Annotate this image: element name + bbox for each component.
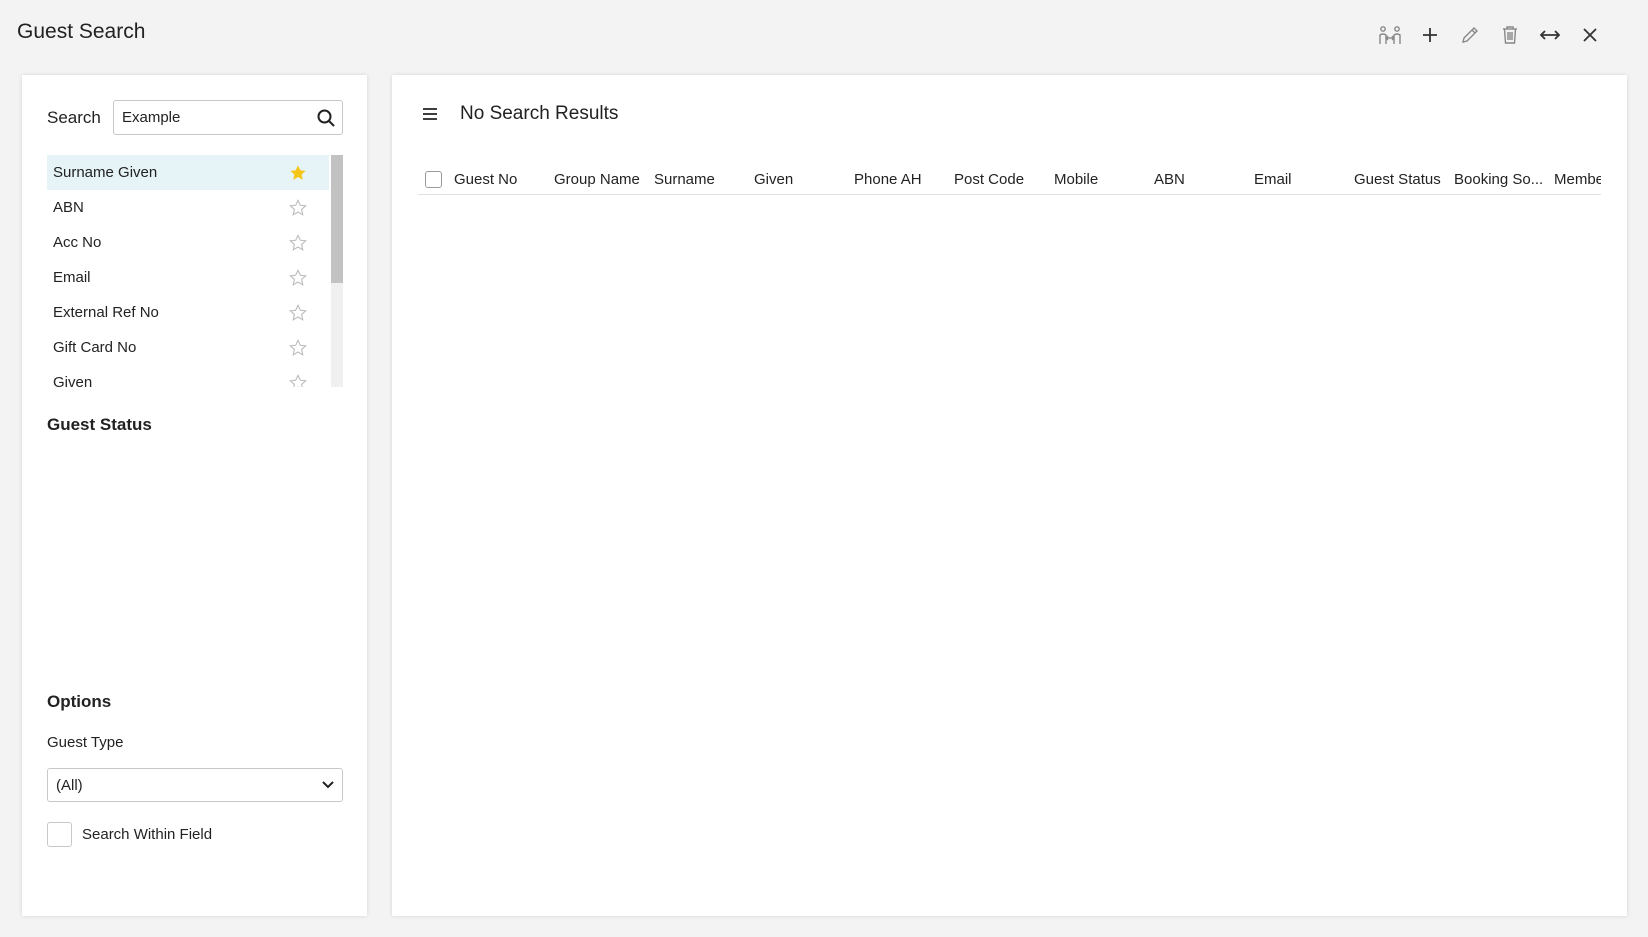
page-title: Guest Search: [17, 20, 146, 43]
field-item-label: Acc No: [53, 234, 102, 251]
column-header[interactable]: Phone AH: [854, 171, 954, 188]
field-item-label: Gift Card No: [53, 339, 137, 356]
star-outline-icon[interactable]: [289, 373, 307, 388]
star-outline-icon[interactable]: [289, 338, 307, 357]
search-panel: Search Surname Given ABN Acc No Email Ex…: [22, 75, 367, 916]
search-within-row: Search Within Field: [47, 822, 212, 847]
chevron-down-icon: [322, 781, 334, 789]
star-outline-icon[interactable]: [289, 198, 307, 217]
field-item-gift-card-no[interactable]: Gift Card No: [47, 330, 329, 365]
search-within-checkbox[interactable]: [47, 822, 72, 847]
field-item-abn[interactable]: ABN: [47, 190, 329, 225]
column-header[interactable]: Mobile: [1054, 171, 1154, 188]
field-item-acc-no[interactable]: Acc No: [47, 225, 329, 260]
field-item-external-ref-no[interactable]: External Ref No: [47, 295, 329, 330]
column-header[interactable]: ABN: [1154, 171, 1254, 188]
field-item-given[interactable]: Given: [47, 365, 329, 387]
expand-button[interactable]: [1530, 20, 1570, 50]
star-outline-icon[interactable]: [289, 268, 307, 287]
star-outline-icon[interactable]: [289, 233, 307, 252]
search-field-list: Surname Given ABN Acc No Email External …: [47, 155, 343, 387]
search-box[interactable]: [113, 100, 343, 135]
column-header[interactable]: Membe: [1554, 171, 1601, 188]
column-header[interactable]: Given: [754, 171, 854, 188]
delete-button[interactable]: [1490, 20, 1530, 50]
column-header[interactable]: Email: [1254, 171, 1354, 188]
column-header[interactable]: Post Code: [954, 171, 1054, 188]
search-label: Search: [47, 107, 101, 127]
results-header: No Search Results: [420, 103, 618, 125]
column-header[interactable]: Guest No: [454, 171, 554, 188]
edit-button[interactable]: [1450, 20, 1490, 50]
column-header[interactable]: Surname: [654, 171, 754, 188]
group-icon: [1379, 26, 1401, 44]
column-header[interactable]: Group Name: [554, 171, 654, 188]
column-header[interactable]: Guest Status: [1354, 171, 1454, 188]
field-list-scrollbar-thumb[interactable]: [331, 155, 343, 283]
field-item-label: ABN: [53, 199, 84, 216]
guest-status-title: Guest Status: [47, 415, 152, 434]
guest-type-value: (All): [56, 776, 83, 794]
toolbar: [1370, 20, 1610, 50]
group-button[interactable]: [1370, 20, 1410, 50]
results-title: No Search Results: [460, 103, 619, 124]
search-within-label: Search Within Field: [82, 826, 213, 843]
results-grid-header: Guest No Group Name Surname Given Phone …: [418, 165, 1601, 195]
close-icon: [1583, 28, 1597, 42]
column-header[interactable]: Booking So...: [1454, 171, 1554, 188]
select-all-checkbox[interactable]: [425, 171, 442, 188]
expand-horizontal-icon: [1539, 30, 1561, 40]
field-item-label: Surname Given: [53, 164, 158, 181]
add-button[interactable]: [1410, 20, 1450, 50]
guest-type-label: Guest Type: [47, 734, 124, 751]
hamburger-menu-icon[interactable]: [420, 104, 440, 124]
close-button[interactable]: [1570, 20, 1610, 50]
search-row: Search: [47, 100, 343, 135]
results-panel: No Search Results Guest No Group Name Su…: [392, 75, 1627, 916]
trash-icon: [1503, 26, 1517, 44]
search-icon[interactable]: [316, 108, 336, 128]
options-title: Options: [47, 692, 112, 711]
field-item-surname-given[interactable]: Surname Given: [47, 155, 329, 190]
star-outline-icon[interactable]: [289, 303, 307, 322]
plus-icon: [1423, 28, 1437, 42]
field-item-label: Given: [53, 374, 93, 387]
field-item-email[interactable]: Email: [47, 260, 329, 295]
field-item-label: Email: [53, 269, 91, 286]
field-item-label: External Ref No: [53, 304, 159, 321]
guest-type-select[interactable]: (All): [47, 768, 343, 802]
pencil-icon: [1462, 27, 1478, 43]
star-filled-icon[interactable]: [289, 164, 307, 182]
search-input[interactable]: [114, 102, 294, 133]
